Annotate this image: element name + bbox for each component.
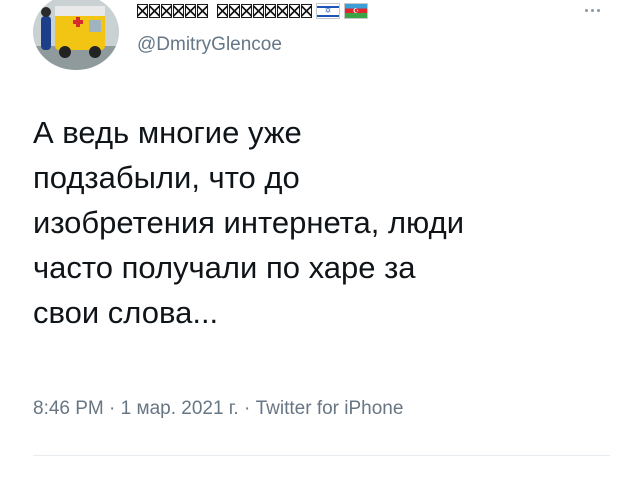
tweet-text-line: часто получали по харе за bbox=[33, 250, 416, 285]
divider bbox=[33, 455, 610, 456]
tweet-text-line: А ведь многие уже bbox=[33, 115, 302, 150]
meta-separator: · bbox=[109, 398, 116, 419]
display-name[interactable]: ✡ ☪ bbox=[137, 2, 368, 20]
tweet-source[interactable]: Twitter for iPhone bbox=[256, 398, 404, 419]
user-handle[interactable]: @DmitryGlencoe bbox=[137, 34, 282, 56]
tweet: ✡ ☪ @DmitryGlencoe А ведь многие уже под… bbox=[0, 0, 640, 480]
tweet-text-line: подзабыли, что до bbox=[33, 160, 300, 195]
more-options-icon[interactable] bbox=[574, 0, 610, 20]
display-name-glyphs bbox=[137, 4, 312, 18]
tweet-meta: 8:46 PM · 1 мар. 2021 г. · Twitter for i… bbox=[33, 398, 403, 420]
israel-flag-icon: ✡ bbox=[316, 3, 340, 19]
tweet-text: А ведь многие уже подзабыли, что до изоб… bbox=[33, 110, 623, 335]
meta-separator: · bbox=[243, 398, 251, 419]
tweet-time[interactable]: 8:46 PM bbox=[33, 398, 104, 419]
tweet-text-line: изобретения интернета, люди bbox=[33, 205, 465, 240]
tweet-text-line: свои слова... bbox=[33, 295, 219, 330]
tweet-date[interactable]: 1 мар. 2021 г. bbox=[121, 398, 239, 419]
azerbaijan-flag-icon: ☪ bbox=[344, 3, 368, 19]
avatar[interactable] bbox=[33, 0, 119, 70]
